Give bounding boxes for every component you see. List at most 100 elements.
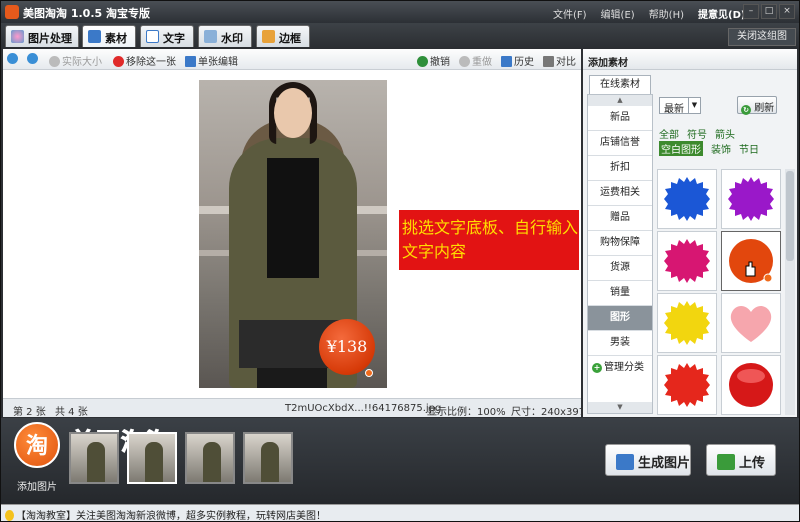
remove-icon bbox=[113, 56, 124, 67]
undo-button[interactable]: 撤销 bbox=[417, 53, 450, 68]
category-item[interactable]: 新品 bbox=[588, 106, 652, 131]
upload-button[interactable]: 上传 bbox=[706, 444, 776, 476]
category-item[interactable]: 店铺信誉 bbox=[588, 131, 652, 156]
thumbnail[interactable] bbox=[185, 432, 235, 484]
tab-material[interactable]: 素材 bbox=[82, 25, 136, 47]
redo-button[interactable]: 重做 bbox=[459, 53, 492, 68]
shape-cell[interactable] bbox=[657, 355, 717, 415]
frame-icon bbox=[262, 30, 275, 43]
scrollbar-thumb[interactable] bbox=[786, 171, 794, 261]
generate-image-button[interactable]: 生成图片 bbox=[605, 444, 691, 476]
zoom-in-button[interactable] bbox=[7, 53, 20, 65]
zoom-out-button[interactable] bbox=[27, 53, 40, 65]
category-item[interactable]: 货源 bbox=[588, 256, 652, 281]
shape-cell[interactable] bbox=[721, 355, 781, 415]
menu-edit[interactable]: 编辑(E) bbox=[601, 6, 635, 21]
shape-cell-selected[interactable] bbox=[721, 231, 781, 291]
category-item[interactable]: 赠品 bbox=[588, 206, 652, 231]
category-item[interactable]: 运费相关 bbox=[588, 181, 652, 206]
scroll-down-icon[interactable]: ▼ bbox=[588, 402, 652, 413]
tab-label: 素材 bbox=[105, 32, 127, 45]
single-edit-label: 单张编辑 bbox=[198, 57, 238, 68]
category-item-selected[interactable]: 图形 bbox=[588, 306, 652, 331]
manage-label: 管理分类 bbox=[604, 362, 644, 373]
refresh-button[interactable]: ↻ 刷新 bbox=[737, 96, 777, 115]
orange-circle-shape bbox=[729, 239, 773, 283]
tab-frame[interactable]: 边框 bbox=[256, 25, 310, 47]
page-index: 第 2 张 bbox=[13, 407, 46, 418]
menu-help[interactable]: 帮助(H) bbox=[649, 6, 684, 21]
bottom-bar: 淘 添加图片 美图淘淘 生成图片 上传 bbox=[1, 418, 799, 504]
scroll-up-icon[interactable]: ▲ bbox=[588, 95, 652, 106]
history-label: 历史 bbox=[514, 57, 534, 68]
maximize-button[interactable]: □ bbox=[761, 4, 777, 19]
remove-button[interactable]: 移除这一张 bbox=[113, 53, 176, 68]
close-button[interactable]: × bbox=[779, 4, 795, 19]
plus-icon: + bbox=[592, 363, 602, 373]
generate-icon bbox=[616, 454, 634, 470]
actual-size-button[interactable]: 实际大小 bbox=[49, 53, 102, 68]
add-picture-button[interactable]: 淘 添加图片 bbox=[9, 422, 65, 500]
thumbnail[interactable] bbox=[69, 432, 119, 484]
watermark-icon bbox=[204, 30, 217, 43]
shape-scrollbar[interactable] bbox=[785, 169, 795, 415]
tab-photo[interactable]: 图片处理 bbox=[5, 25, 79, 47]
tab-label: 边框 bbox=[279, 32, 301, 45]
filter-tags: 全部 符号 箭头 空白图形 装饰 节日 bbox=[659, 126, 789, 156]
tab-watermark[interactable]: 水印 bbox=[198, 25, 252, 47]
close-group-button[interactable]: 关闭这组图 bbox=[728, 28, 796, 46]
tab-online-material[interactable]: 在线素材 bbox=[589, 75, 651, 94]
zoom-in-icon bbox=[7, 53, 18, 64]
filter-blank-shape[interactable]: 空白图形 bbox=[659, 141, 703, 156]
compare-icon bbox=[543, 56, 554, 67]
single-edit-button[interactable]: 单张编辑 bbox=[185, 53, 238, 68]
shape-cell[interactable] bbox=[657, 169, 717, 229]
category-item[interactable]: 销量 bbox=[588, 281, 652, 306]
tab-label: 图片处理 bbox=[28, 32, 72, 45]
thumbnail[interactable] bbox=[243, 432, 293, 484]
add-picture-icon: 淘 bbox=[14, 422, 60, 468]
text-icon bbox=[146, 30, 159, 43]
filter-decoration[interactable]: 装饰 bbox=[711, 141, 731, 156]
shape-cell[interactable] bbox=[721, 293, 781, 353]
notice-bar[interactable]: 【淘淘教室】关注美图淘淘新浪微博，超多实例教程，玩转网店美图！ bbox=[1, 504, 799, 522]
edit-icon bbox=[185, 56, 196, 67]
compare-button[interactable]: 对比 bbox=[543, 53, 576, 68]
title-bar[interactable]: 美图淘淘 1.0.5 淘宝专版 文件(F) 编辑(E) 帮助(H) 提意见(D)… bbox=[1, 1, 799, 23]
zoom-level: 显示比例：100% bbox=[427, 407, 506, 418]
menu-file[interactable]: 文件(F) bbox=[553, 6, 587, 21]
main-tabs: 图片处理 素材 文字 水印 边框 bbox=[1, 23, 799, 49]
editing-canvas[interactable]: ¥138 挑选文字底板、自行输入文字内容 bbox=[3, 70, 581, 398]
minimize-button[interactable]: – bbox=[743, 4, 759, 19]
sort-select[interactable]: 最新 ▼ bbox=[659, 97, 701, 115]
status-bar: 第 2 张 共 4 张 T2mUOcXbdX...!!64176875.jpg … bbox=[3, 398, 585, 418]
tab-text[interactable]: 文字 bbox=[140, 25, 194, 47]
yellow-burst-shape bbox=[664, 301, 710, 345]
filter-arrow[interactable]: 箭头 bbox=[715, 126, 735, 141]
material-panel: 添加素材 在线素材 ▲ 新品 店铺信誉 折扣 运费相关 赠品 购物保障 货源 销… bbox=[583, 49, 797, 417]
menu-feedback[interactable]: 提意见(D) bbox=[698, 6, 745, 21]
filter-symbol[interactable]: 符号 bbox=[687, 126, 707, 141]
filter-holiday[interactable]: 节日 bbox=[739, 141, 759, 156]
resize-handle[interactable] bbox=[365, 369, 373, 377]
blue-burst-shape bbox=[664, 177, 710, 221]
shape-cell[interactable] bbox=[721, 169, 781, 229]
thumbnail-image bbox=[261, 442, 279, 482]
price-badge[interactable]: ¥138 bbox=[319, 319, 375, 375]
tab-label: 文字 bbox=[163, 32, 185, 45]
app-title: 美图淘淘 1.0.5 淘宝专版 bbox=[23, 7, 150, 20]
manage-categories-button[interactable]: + 管理分类 bbox=[588, 356, 652, 381]
category-item[interactable]: 购物保障 bbox=[588, 231, 652, 256]
undo-label: 撤销 bbox=[430, 57, 450, 68]
thumbnail-active[interactable] bbox=[127, 432, 177, 484]
thumbnail-image bbox=[145, 442, 163, 482]
history-button[interactable]: 历史 bbox=[501, 53, 534, 68]
tip-banner: 挑选文字底板、自行输入文字内容 bbox=[399, 210, 579, 270]
shape-cell[interactable] bbox=[657, 293, 717, 353]
history-icon bbox=[501, 56, 512, 67]
category-item[interactable]: 男装 bbox=[588, 331, 652, 356]
filter-all[interactable]: 全部 bbox=[659, 126, 679, 141]
remove-label: 移除这一张 bbox=[126, 57, 176, 68]
shape-cell[interactable] bbox=[657, 231, 717, 291]
category-item[interactable]: 折扣 bbox=[588, 156, 652, 181]
